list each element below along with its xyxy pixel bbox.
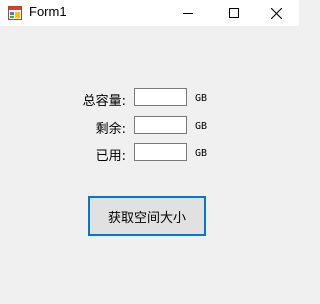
used-unit: GB — [195, 148, 208, 159]
remaining-unit: GB — [195, 121, 208, 132]
total-capacity-unit: GB — [195, 93, 208, 104]
form-window: Form1 总容量: GB 剩余: GB 已用: GB 获取空间大小 — [0, 0, 299, 304]
window-title: Form1 — [29, 4, 67, 19]
total-capacity-field[interactable] — [134, 88, 187, 106]
total-capacity-label: 总容量: — [82, 94, 126, 109]
maximize-button[interactable] — [211, 0, 257, 26]
close-button[interactable] — [253, 0, 299, 26]
maximize-icon — [229, 8, 239, 18]
used-label: 已用: — [95, 149, 126, 164]
get-space-size-button[interactable]: 获取空间大小 — [88, 196, 206, 236]
minimize-button[interactable] — [165, 0, 211, 26]
close-icon — [270, 7, 282, 19]
minimize-icon — [183, 13, 193, 14]
title-bar[interactable]: Form1 — [0, 0, 299, 26]
remaining-field[interactable] — [134, 116, 187, 134]
app-icon — [8, 5, 22, 20]
get-space-size-button-label: 获取空间大小 — [107, 210, 186, 226]
used-field[interactable] — [134, 143, 187, 161]
remaining-label: 剩余: — [95, 122, 126, 137]
